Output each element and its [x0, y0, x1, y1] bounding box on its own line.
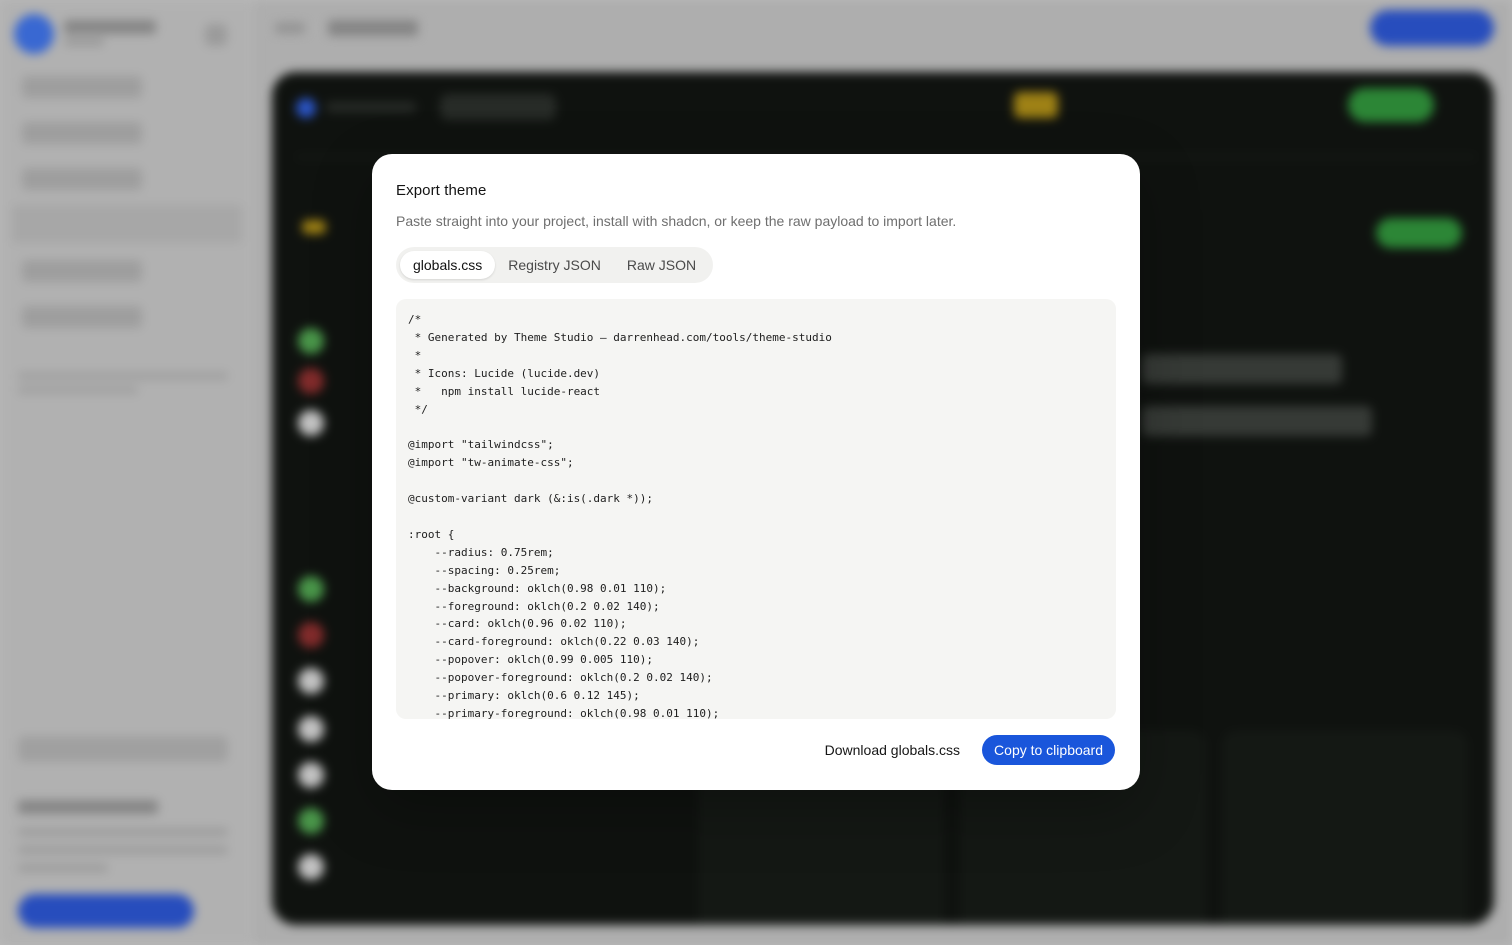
dialog-title: Export theme	[396, 182, 487, 199]
code-content: /* * Generated by Theme Studio — darrenh…	[408, 313, 832, 719]
tab-registry-json[interactable]: Registry JSON	[495, 251, 614, 279]
tab-globals-css[interactable]: globals.css	[400, 251, 496, 279]
copy-to-clipboard-button[interactable]: Copy to clipboard	[982, 735, 1115, 765]
export-format-tabs: globals.css Registry JSON Raw JSON	[396, 247, 714, 283]
download-button[interactable]: Download globals.css	[809, 735, 976, 765]
dialog-footer: Download globals.css Copy to clipboard	[809, 735, 1115, 765]
tab-raw-json[interactable]: Raw JSON	[614, 251, 709, 279]
export-theme-dialog: Export theme Paste straight into your pr…	[372, 154, 1140, 790]
code-preview[interactable]: /* * Generated by Theme Studio — darrenh…	[396, 299, 1116, 719]
dialog-description: Paste straight into your project, instal…	[396, 213, 957, 229]
